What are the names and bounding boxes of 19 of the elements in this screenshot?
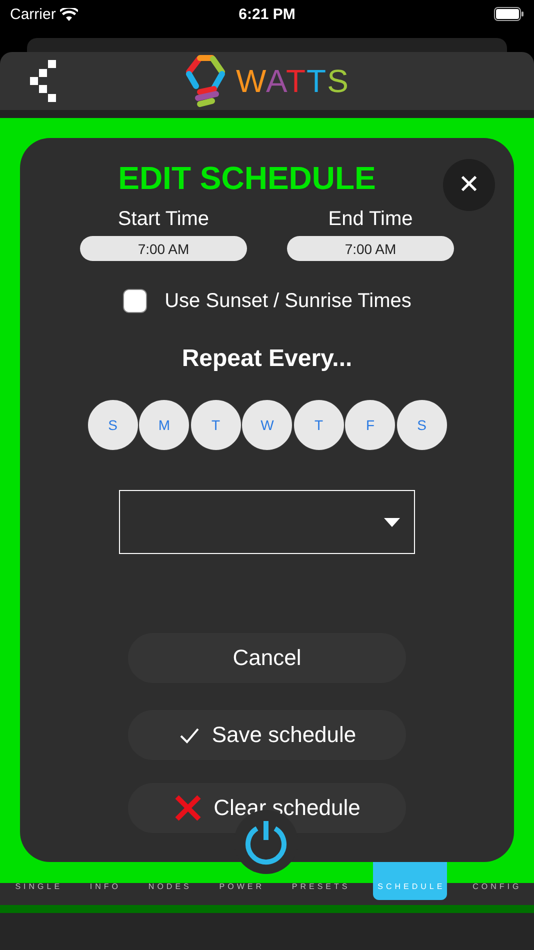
end-time-label: End Time bbox=[328, 208, 413, 231]
tab[interactable]: PRESETS bbox=[286, 880, 352, 900]
tab[interactable]: CONFIG bbox=[468, 880, 524, 900]
repeat-heading: Repeat Every... bbox=[182, 345, 352, 373]
dialog-title: EDIT SCHEDULE bbox=[118, 160, 376, 196]
start-time-label: Start Time bbox=[118, 208, 210, 231]
tab[interactable]: INFO bbox=[84, 880, 124, 900]
cancel-button[interactable]: Cancel bbox=[128, 633, 406, 683]
tab[interactable]: NODES bbox=[143, 880, 194, 900]
status-time: 6:21 PM bbox=[238, 6, 296, 22]
tab[interactable]: SINGLE bbox=[10, 880, 65, 900]
tab[interactable]: POWER bbox=[214, 880, 266, 900]
save-button[interactable]: Save schedule bbox=[128, 710, 406, 760]
logo-wordmark: WATTS bbox=[236, 63, 350, 100]
end-time-field[interactable]: 7:00 AM bbox=[287, 236, 454, 261]
start-time-field[interactable]: 7:00 AM bbox=[80, 236, 247, 261]
carrier-label: Carrier bbox=[10, 6, 56, 22]
sunset-label: Use Sunset / Sunrise Times bbox=[164, 290, 412, 312]
close-button[interactable]: ✕ bbox=[443, 159, 495, 211]
